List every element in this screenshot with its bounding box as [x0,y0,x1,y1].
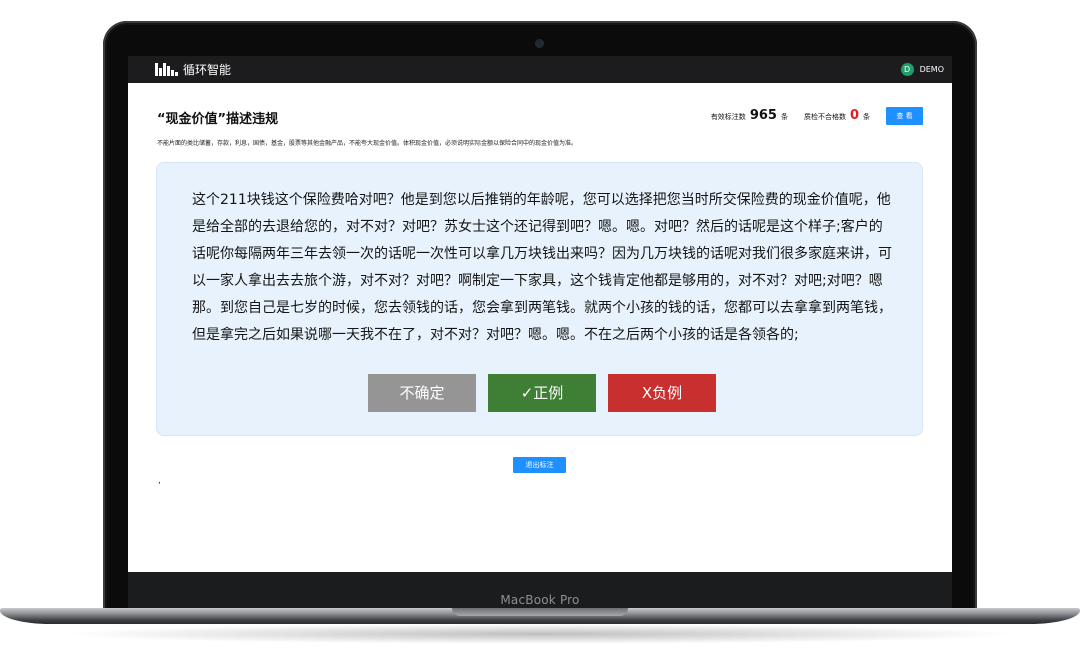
screen: 循环智能 D DEMO “现金价值”描述违规 有效标注数 965 条 质检不合格… [128,56,952,572]
stray-mark: , [158,476,161,486]
fail-count-label: 质检不合格数 [803,113,846,121]
view-button[interactable]: 查 看 [886,107,923,125]
transcript-text: 这个211块钱这个保险费哈对吧？他是到您以后推销的年龄呢，您可以选择把您当时所交… [192,192,892,343]
logo-bars-icon [155,63,178,76]
avatar: D [900,63,914,76]
annotation-stats: 有效标注数 965 条 质检不合格数 0 条 [711,108,870,123]
brand-name: 循环智能 [183,63,232,77]
laptop-model-label: MacBook Pro [500,593,580,607]
brand-logo[interactable]: 循环智能 [155,61,231,78]
positive-example-button[interactable]: ✓正例 [488,374,596,412]
laptop-shadow [60,624,1020,644]
webcam [536,40,543,47]
valid-count-label: 有效标注数 [710,113,746,121]
laptop-notch [452,608,628,616]
fail-count: 0 [849,108,859,123]
user-menu[interactable]: D DEMO [900,56,944,83]
negative-example-button[interactable]: X负例 [608,374,716,412]
top-navbar: 循环智能 D DEMO [128,56,952,83]
unsure-button[interactable]: 不确定 [368,374,476,412]
exit-annotation-button[interactable]: 退出标注 [513,457,566,473]
valid-count-unit: 条 [780,113,788,121]
page-title: “现金价值”描述违规 [157,112,279,127]
rule-description: 不能片面的类比储蓄，存款，利息，国债，基金，股票等其他金融产品，不能夸大现金价值… [157,140,578,147]
transcript-card: 这个211块钱这个保险费哈对吧？他是到您以后推销的年龄呢，您可以选择把您当时所交… [156,162,923,436]
valid-count: 965 [749,108,777,123]
fail-count-unit: 条 [863,113,870,121]
username: DEMO [919,65,944,74]
